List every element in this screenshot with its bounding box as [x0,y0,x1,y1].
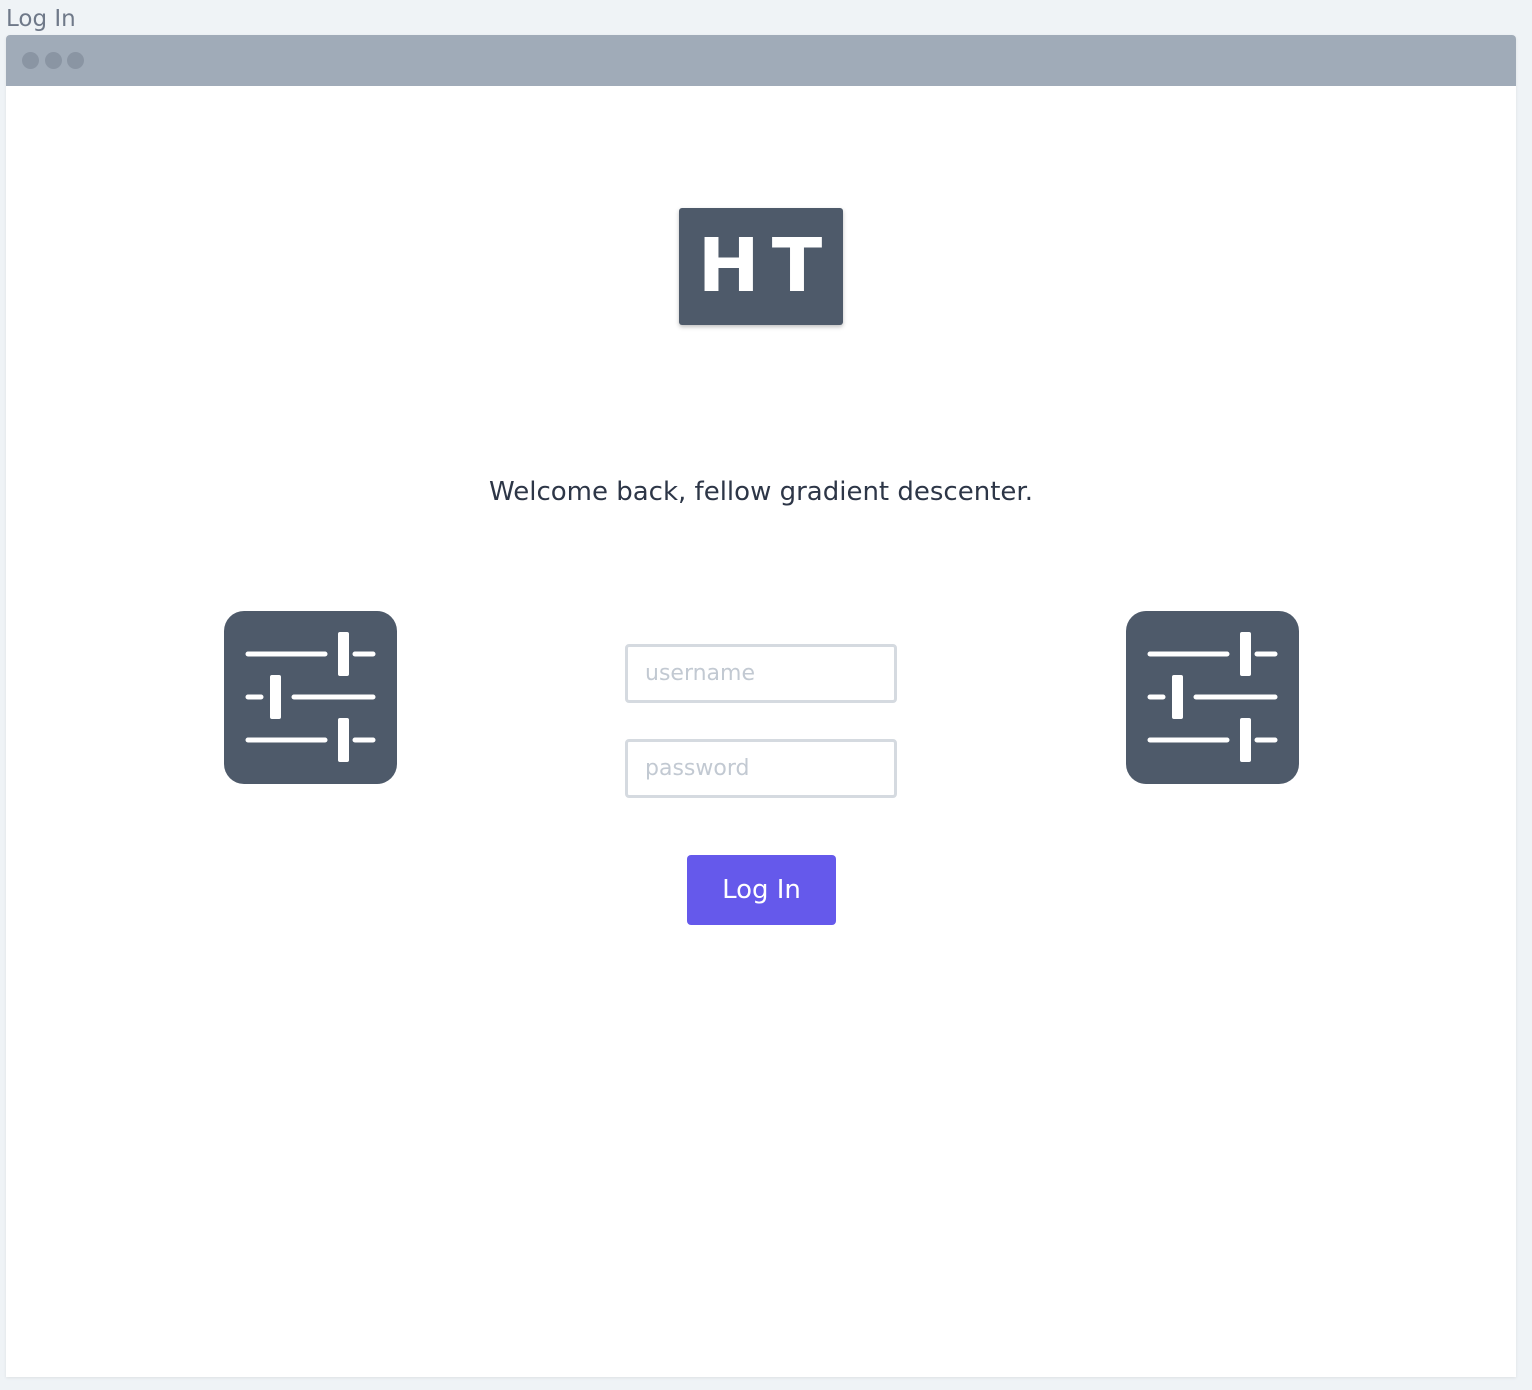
sliders-icon [224,611,397,784]
password-field[interactable] [625,739,897,798]
browser-window: HT Welcome back, fellow gradient descent… [6,35,1516,1377]
window-dot-icon[interactable] [67,52,84,69]
window-dot-icon[interactable] [45,52,62,69]
username-field[interactable] [625,644,897,703]
page-title: Log In [6,6,76,32]
login-button[interactable]: Log In [687,855,836,925]
welcome-message: Welcome back, fellow gradient descenter. [489,477,1033,507]
app-logo: HT [679,208,843,325]
window-titlebar [6,35,1516,86]
window-dot-icon[interactable] [22,52,39,69]
sliders-icon [1126,611,1299,784]
